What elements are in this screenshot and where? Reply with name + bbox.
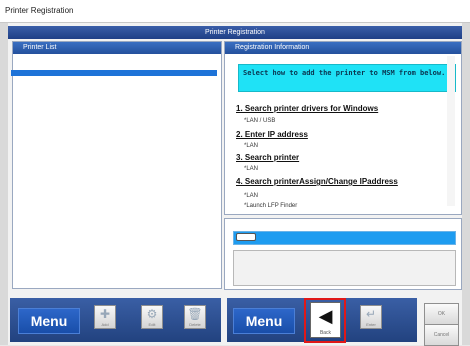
- add-button[interactable]: ✚ Add: [94, 305, 116, 329]
- window-title: Printer Registration: [5, 6, 74, 15]
- ok-button[interactable]: OK: [424, 303, 459, 325]
- right-menu-button[interactable]: Menu: [233, 308, 295, 334]
- cancel-button[interactable]: Cancel: [424, 324, 459, 346]
- printer-list-panel: Printer List: [12, 41, 222, 289]
- option-search-printer-link[interactable]: 3. Search printer: [236, 153, 299, 162]
- option-search-drivers-link[interactable]: 1. Search printer drivers for Windows: [236, 104, 378, 113]
- plus-icon: ✚: [99, 307, 111, 321]
- enter-button[interactable]: ↵ Enter: [360, 305, 382, 329]
- status-message-box: [233, 250, 456, 286]
- back-arrow-icon: ◀: [318, 305, 333, 326]
- option-assign-ip-note-lan: *LAN: [244, 193, 259, 199]
- edit-button-label: Edit: [148, 322, 156, 327]
- printer-list-selected-row[interactable]: [11, 70, 217, 76]
- page-title: Printer Registration: [205, 29, 265, 36]
- enter-button-label: Enter: [366, 322, 376, 327]
- option-assign-ip-note-finder: *Launch LFP Finder: [244, 203, 298, 209]
- edit-button[interactable]: ⚙ Edit: [141, 305, 163, 329]
- option-search-drivers-note: *LAN / USB: [244, 118, 276, 124]
- registration-information-title: Registration Information: [225, 42, 461, 54]
- delete-button[interactable]: 🗑 Delete: [184, 305, 206, 329]
- option-enter-ip-note: *LAN: [244, 143, 259, 149]
- printer-registration-window: Printer Registration Printer Registratio…: [0, 0, 470, 346]
- option-enter-ip-link[interactable]: 2. Enter IP address: [236, 130, 308, 139]
- option-assign-ip-link[interactable]: 4. Search printerAssign/Change IPaddress: [236, 177, 398, 186]
- instruction-box: Select how to add the printer to MSM fro…: [238, 64, 456, 92]
- enter-arrow-icon: ↵: [365, 307, 377, 321]
- progress-bar: [233, 231, 456, 245]
- add-button-label: Add: [101, 322, 109, 327]
- page-header: Printer Registration: [8, 26, 462, 39]
- window-titlebar: Printer Registration: [0, 0, 470, 23]
- progress-indicator: [236, 233, 256, 241]
- delete-button-label: Delete: [189, 322, 201, 327]
- left-toolbar: Menu ✚ Add ⚙ Edit 🗑 Delete: [10, 298, 221, 342]
- printer-list-title: Printer List: [13, 42, 221, 54]
- registration-scrollbar[interactable]: [447, 56, 455, 206]
- back-button[interactable]: ◀ Back: [310, 302, 341, 338]
- back-button-label: Back: [319, 330, 332, 336]
- gear-icon: ⚙: [146, 307, 158, 321]
- left-menu-button[interactable]: Menu: [18, 308, 80, 334]
- trash-icon: 🗑: [187, 307, 203, 321]
- option-search-printer-note: *LAN: [244, 166, 259, 172]
